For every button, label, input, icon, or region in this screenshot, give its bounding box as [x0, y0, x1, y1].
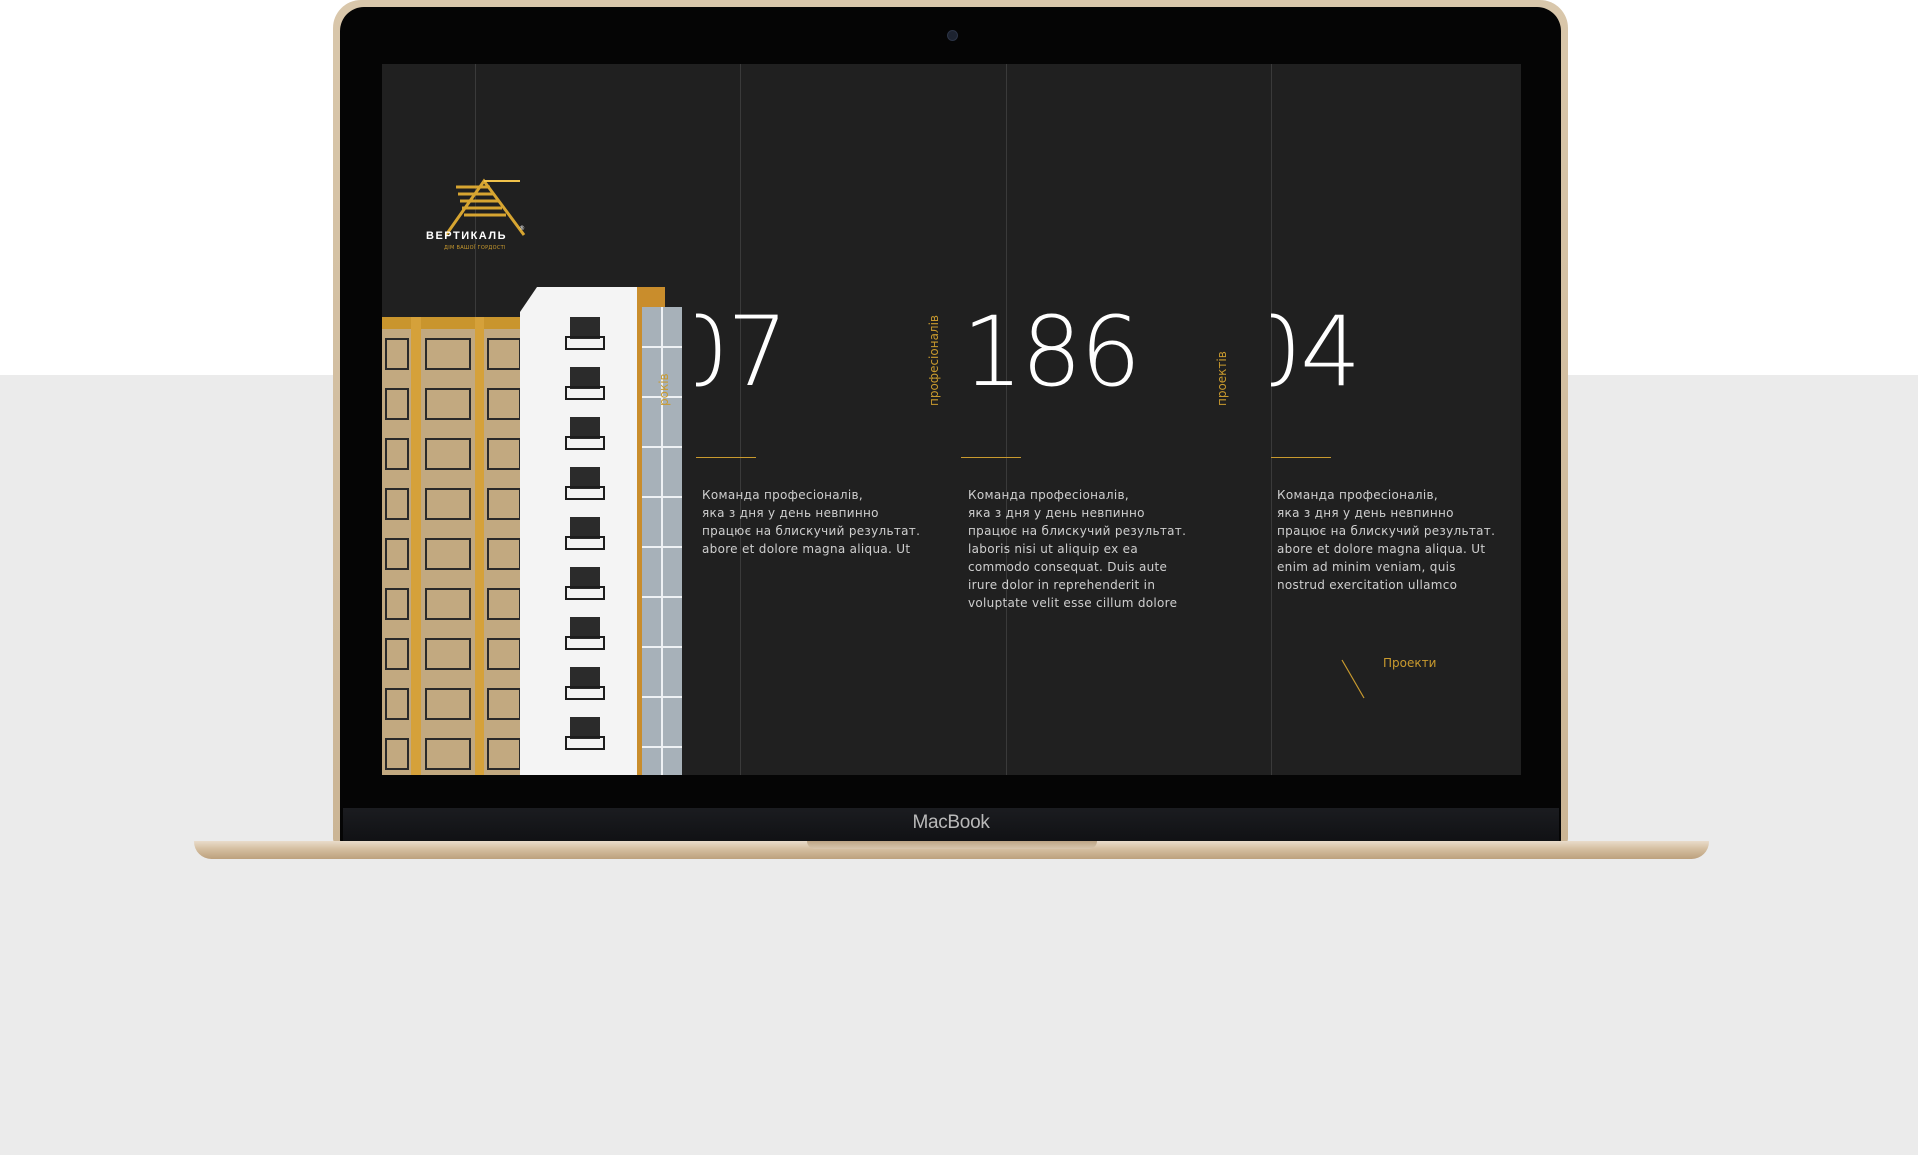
stat-years: років 07 Команда професіоналів, яка з дн… [657, 64, 968, 775]
stat-description: Команда професіоналів, яка з дня у день … [968, 486, 1208, 612]
logo-tagline: ДІМ ВАШОЇ ГОРДОСТІ [444, 245, 506, 251]
description-line: Команда професіоналів, [1277, 488, 1438, 502]
logo-name[interactable]: ВЕРТИКАЛЬ [426, 230, 507, 242]
stat-number: 07 [696, 296, 788, 408]
description-line: nostrud exercitation ullamco [1277, 578, 1458, 592]
logo-registered-mark: ® [519, 225, 525, 232]
description-line: Команда професіоналів, [968, 488, 1129, 502]
description-line: працює на блискучий результат. [1277, 524, 1496, 538]
stat-divider [1271, 457, 1331, 458]
stat-professionals: професіоналів 186 Команда професіоналів,… [927, 64, 1236, 775]
description-line: voluptate velit esse cillum dolore [968, 596, 1178, 610]
description-line: Команда професіоналів, [702, 488, 863, 502]
website-screen: ВЕРТИКАЛЬ ® ДІМ ВАШОЇ ГОРДОСТІ років 07 … [382, 64, 1521, 775]
stat-label: проектів [1215, 351, 1229, 406]
description-line: яка з дня у день невпинно [968, 506, 1145, 520]
description-line: enim ad minim veniam, quis [1277, 560, 1456, 574]
stat-label: років [657, 373, 671, 406]
stat-projects: проектів 04 Команда професіоналів, яка з… [1215, 64, 1521, 775]
stat-description: Команда професіоналів, яка з дня у день … [702, 486, 942, 558]
laptop-notch [807, 841, 1097, 849]
description-line: commodo consequat. Duis aute [968, 560, 1168, 574]
projects-link[interactable]: Проекти [1383, 656, 1436, 670]
camera-icon [947, 30, 958, 41]
stat-divider [696, 457, 756, 458]
description-line: працює на блискучий результат. [968, 524, 1187, 538]
description-line: abore et dolore magna aliqua. Ut [1277, 542, 1486, 556]
building-image [382, 287, 682, 775]
stat-number: 04 [1271, 296, 1361, 408]
stat-label: професіоналів [927, 315, 941, 406]
description-line: abore et dolore magna aliqua. Ut [702, 542, 911, 556]
stat-number: 186 [962, 296, 1141, 408]
device-brand-label: MacBook [912, 812, 990, 833]
description-line: irure dolor in reprehenderit in [968, 578, 1156, 592]
description-line: працює на блискучий результат. [702, 524, 921, 538]
description-line: laboris nisi ut aliquip ex ea [968, 542, 1138, 556]
stat-description: Команда професіоналів, яка з дня у день … [1277, 486, 1517, 594]
description-line: яка з дня у день невпинно [702, 506, 879, 520]
stat-divider [961, 457, 1021, 458]
slash-icon [1341, 659, 1365, 699]
description-line: яка з дня у день невпинно [1277, 506, 1454, 520]
stat-number-clip: 07 [696, 64, 968, 775]
